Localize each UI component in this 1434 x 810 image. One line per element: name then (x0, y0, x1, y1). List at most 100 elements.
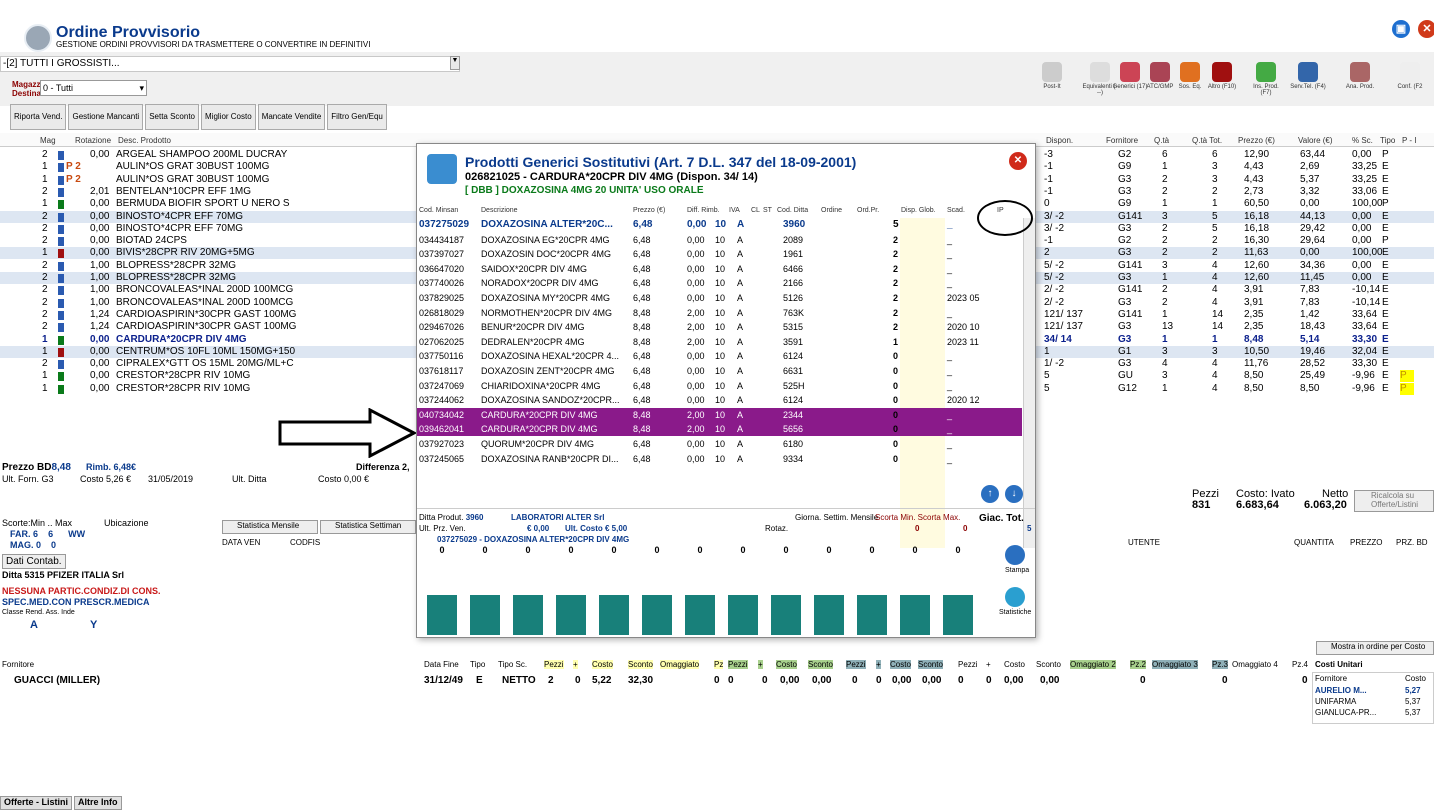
col-p[interactable]: P - I (1402, 136, 1417, 145)
close-window-icon[interactable]: ✕ (1418, 20, 1434, 38)
generics-icon[interactable] (1120, 62, 1140, 82)
action-button-1[interactable]: Gestione Mancanti (68, 104, 144, 130)
mostra-ordine-button[interactable]: Mostra in ordine per Costo (1316, 641, 1434, 655)
offer-value: NETTO (502, 675, 536, 686)
arrow-down-icon[interactable]: ↓ (1005, 485, 1023, 503)
toolbar-search-eq[interactable]: Sos. Eq. (1172, 62, 1208, 90)
popup-col[interactable]: ST (763, 207, 772, 214)
action-button-4[interactable]: Mancate Vendite (257, 104, 326, 130)
atc-icon[interactable] (1150, 62, 1170, 82)
generic-row[interactable]: 037927023 QUORUM*20CPR DIV 4MG 6,48 0,00 10 A… (417, 437, 1022, 451)
generic-row[interactable]: 040734042 CARDURA*20CPR DIV 4MG 8,48 2,00 10… (417, 407, 1022, 422)
cell-rot: 0,00 (90, 358, 110, 370)
phone-service-icon[interactable] (1298, 62, 1318, 82)
col-rotazione[interactable]: Rotazione (75, 136, 111, 145)
col-desc[interactable]: Desc. Prodotto (118, 136, 171, 145)
cell-rot: 1,24 (90, 321, 110, 333)
arrow-up-icon[interactable]: ↑ (981, 485, 999, 503)
postit-icon[interactable] (1042, 62, 1062, 82)
popup-col[interactable]: IVA (729, 207, 740, 214)
action-button-5[interactable]: Filtro Gen/Equ (327, 104, 387, 130)
plus-icon[interactable] (1256, 62, 1276, 82)
cell-p: 6,48 (633, 263, 651, 274)
toolbar-postit[interactable]: Post-It (1034, 62, 1070, 90)
toolbar-fn[interactable]: Altro (F10) (1204, 62, 1240, 90)
generic-row[interactable]: 037750116 DOXAZOSINA HEXAL*20CPR 4... 6,48… (417, 349, 1022, 363)
generic-row[interactable]: 036647020 SAIDOX*20CPR DIV 4MG 6,48 0,00 10 A… (417, 262, 1022, 276)
col-qta[interactable]: Q.tà (1154, 136, 1169, 145)
generic-row[interactable]: 037244062 DOXAZOSINA SANDOZ*20CPR... 6,48 0… (417, 393, 1022, 407)
config-icon[interactable] (1400, 62, 1420, 82)
col-fornitore[interactable]: Fornitore (1106, 136, 1138, 145)
tab-altre-info[interactable]: Altre Info (74, 796, 122, 810)
generic-row[interactable]: 037740026 NORADOX*20CPR DIV 4MG 6,48 0,00 10… (417, 276, 1022, 290)
prezzo-bd: 8,48 (51, 462, 71, 473)
action-button-2[interactable]: Setta Sconto (145, 104, 199, 130)
cell-cd: 9334 (783, 453, 804, 464)
offer-value: 0,00 (922, 675, 942, 686)
popup-scrollbar[interactable] (1023, 218, 1035, 548)
generic-row[interactable]: 037829025 DOXAZOSINA MY*20CPR 4MG 6,48 0,00… (417, 291, 1022, 305)
toolbar-config[interactable]: Conf. (F2 (1392, 62, 1428, 90)
popup-col[interactable]: Ord.Pr. (857, 207, 879, 214)
col-dispon[interactable]: Dispon. (1046, 136, 1073, 145)
statistics-icon[interactable] (1005, 587, 1025, 607)
ricalcola-button[interactable]: Ricalcola su Offerte/Listini (1354, 490, 1434, 512)
costo-fornitore[interactable]: GIANLUCA-PR... (1315, 708, 1376, 717)
tab-stat-settim[interactable]: Statistica Settiman (320, 520, 416, 534)
dati-contab-button[interactable]: Dati Contab. (2, 554, 66, 569)
generic-row[interactable]: 039462041 CARDURA*20CPR DIV 4MG 8,48 2,00 10… (417, 422, 1022, 437)
fn-icon[interactable] (1212, 62, 1232, 82)
popup-col[interactable]: Scad. (947, 207, 965, 214)
costo-fornitore[interactable]: UNIFARMA (1315, 697, 1356, 706)
toolbar-phone-service[interactable]: Serv.Tel. (F4) (1290, 62, 1326, 90)
popup-col[interactable]: Cod. Minsan (419, 207, 458, 214)
generic-row[interactable]: 037397027 DOXAZOSIN DOC*20CPR 4MG 6,48 0,00… (417, 247, 1022, 261)
col-tipo[interactable]: Tipo (1380, 136, 1395, 145)
action-button-3[interactable]: Miglior Costo (201, 104, 256, 130)
cell-desc: BRONCOVALEAS*INAL 200D 100MCG (116, 296, 294, 308)
popup-col[interactable]: CL (751, 207, 760, 214)
generic-row[interactable]: 037275029 DOXAZOSINA ALTER*20C... 6,48 0,00… (417, 218, 1022, 232)
search-eq-icon[interactable] (1180, 62, 1200, 82)
toolbar-plus[interactable]: Ins. Prod. (F7) (1248, 62, 1284, 96)
toolbar-product[interactable]: Ana. Prod. (1342, 62, 1378, 90)
popup-col[interactable]: Ordine (821, 207, 842, 214)
equivalents-icon[interactable] (1090, 62, 1110, 82)
col-qtatot[interactable]: Q.tà Tot. (1192, 136, 1222, 145)
popup-col[interactable]: Cod. Ditta (777, 207, 808, 214)
generic-row[interactable]: 026818029 NORMOTHEN*20CPR DIV 4MG 8,48 2,00… (417, 306, 1022, 320)
generic-row[interactable]: 037245065 DOXAZOSINA RANB*20CPR DI... 6,48… (417, 452, 1022, 466)
popup-col[interactable]: Descrizione (481, 207, 518, 214)
window-icon[interactable]: ▣ (1392, 20, 1410, 38)
offer-col: Pezzi (958, 660, 978, 669)
print-icon[interactable] (1005, 545, 1025, 565)
costo-fornitore[interactable]: AURELIO M... (1315, 686, 1367, 695)
magazzino-select[interactable]: 0 - Tutti ▾ (40, 80, 147, 96)
tab-stat-mensile[interactable]: Statistica Mensile (222, 520, 318, 534)
col-mag[interactable]: Mag (40, 136, 56, 145)
statistiche-label: Statistiche (999, 609, 1032, 616)
cell-r: 0,00 (687, 263, 705, 274)
popup-col[interactable]: Disp. Glob. (901, 207, 936, 214)
cell-tipo: E (1382, 296, 1389, 308)
popup-col[interactable]: Prezzo (€) (633, 207, 665, 214)
col-valore[interactable]: Valore (€) (1298, 136, 1333, 145)
supplier-select[interactable]: -[2] TUTTI I GROSSISTI... (0, 56, 460, 72)
generic-row[interactable]: 029467026 BENUR*20CPR DIV 4MG 8,48 2,00 10 A 5… (417, 320, 1022, 334)
action-button-0[interactable]: Riporta Vend. (10, 104, 67, 130)
col-sc[interactable]: % Sc. (1352, 136, 1373, 145)
cell-desc: CARDURA*20CPR DIV 4MG (116, 333, 247, 345)
col-prezzo[interactable]: Prezzo (€) (1238, 136, 1275, 145)
generic-row[interactable]: 037247069 CHIARIDOXINA*20CPR 4MG 6,48 0,00 1… (417, 379, 1022, 393)
chevron-down-icon[interactable]: ▼ (450, 56, 460, 70)
cell-desc: BIOTAD 24CPS (116, 235, 187, 247)
tab-offerte[interactable]: Offerte - Listini (0, 796, 73, 810)
product-icon[interactable] (1350, 62, 1370, 82)
generic-row[interactable]: 037618117 DOXAZOSIN ZENT*20CPR 4MG 6,48 0,0… (417, 364, 1022, 378)
generic-row[interactable]: 027062025 DEDRALEN*20CPR 4MG 8,48 2,00 10 A 35… (417, 335, 1022, 349)
generic-row[interactable]: 034434187 DOXAZOSINA EG*20CPR 4MG 6,48 0,00… (417, 233, 1022, 247)
popup-close-icon[interactable]: ✕ (1009, 152, 1027, 170)
popup-col[interactable]: Diff. Rimb. (687, 207, 720, 214)
cell-prezzo: 4,43 (1244, 173, 1264, 185)
